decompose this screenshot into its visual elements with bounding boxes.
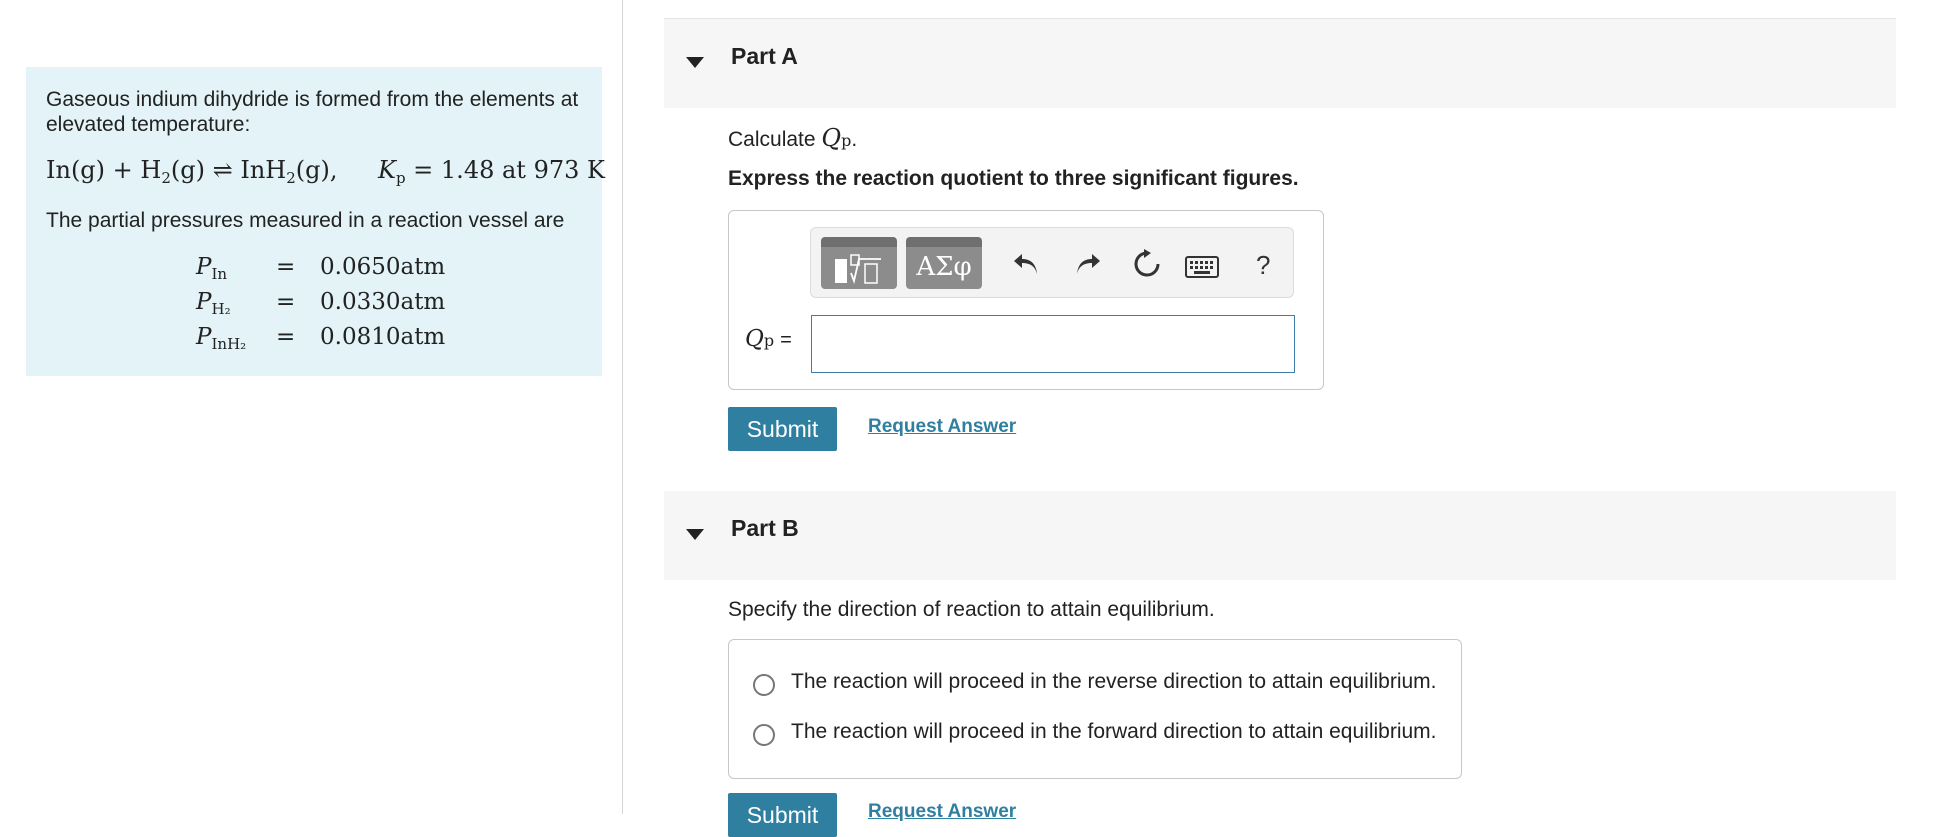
greek-symbols-button[interactable]: ΑΣφ [906, 237, 982, 289]
equation-product-end: (g), [295, 156, 338, 184]
kp-value: = 1.48 at 973 K [405, 156, 605, 184]
answer-options-box: The reaction will proceed in the reverse… [728, 639, 1462, 779]
qp-answer-input[interactable] [811, 315, 1295, 373]
radio-button[interactable] [753, 724, 775, 746]
problem-intro-text: Gaseous indium dihydride is formed from … [46, 88, 579, 136]
part-a-instruction: Express the reaction quotient to three s… [728, 167, 1299, 190]
kp-subscript: p [395, 169, 406, 187]
reset-icon[interactable] [1131, 248, 1163, 288]
pressure-symbol: PH₂ [196, 289, 231, 318]
part-a-title: Part A [731, 43, 798, 69]
equation-arrow-product: (g) ⇌ InH [170, 156, 287, 184]
radio-button[interactable] [753, 674, 775, 696]
math-toolbar: ΑΣφ ? [810, 227, 1294, 298]
collapse-caret-icon[interactable] [686, 529, 704, 540]
panel-divider [622, 0, 623, 814]
option-label: The reaction will proceed in the forward… [791, 720, 1437, 743]
equals-sign: = [276, 254, 296, 280]
part-a-header[interactable]: Part A [664, 18, 1896, 108]
templates-icon [835, 254, 881, 285]
equation-h2-subscript: 2 [161, 169, 171, 187]
equals-sign: = [276, 289, 296, 315]
equilibrium-constant: Kp = 1.48 at 973 K [378, 156, 605, 187]
pressures-intro-text: The partial pressures measured in a reac… [46, 209, 565, 232]
answer-entry-box: ΑΣφ ? Qp = [728, 210, 1324, 390]
pressure-value: 0.0330atm [320, 289, 446, 315]
undo-icon[interactable] [1011, 248, 1041, 286]
kp-symbol: K [378, 156, 396, 184]
option-label: The reaction will proceed in the reverse… [791, 670, 1437, 693]
qp-symbol: Q [821, 124, 842, 152]
keyboard-icon[interactable] [1185, 252, 1219, 286]
pressure-symbol: PInH₂ [196, 324, 247, 353]
equals-sign: = [276, 324, 296, 350]
part-b-title: Part B [731, 515, 799, 541]
help-button[interactable]: ? [1256, 250, 1270, 281]
part-b-question: Specify the direction of reaction to att… [728, 598, 1215, 621]
equation-inh2-subscript: 2 [286, 169, 296, 187]
templates-button[interactable] [821, 237, 897, 289]
part-a-submit-button[interactable]: Submit [728, 407, 837, 451]
part-b-submit-button[interactable]: Submit [728, 793, 837, 837]
pressure-value: 0.0810atm [320, 324, 446, 350]
part-a-request-answer-link[interactable]: Request Answer [868, 416, 1016, 438]
problem-statement-panel: Gaseous indium dihydride is formed from … [26, 67, 605, 376]
equation-reactants: In(g) + H [46, 156, 162, 184]
reaction-equation: In(g) + H2(g) ⇌ InH2(g), [46, 156, 337, 187]
pressure-value: 0.0650atm [320, 254, 446, 280]
answer-label: Qp = [745, 326, 792, 352]
part-b-request-answer-link[interactable]: Request Answer [868, 801, 1016, 823]
redo-icon[interactable] [1073, 248, 1103, 286]
part-b-header[interactable]: Part B [664, 491, 1896, 580]
part-a-question: Calculate Qp. [728, 124, 858, 152]
pressure-symbol: PIn [196, 254, 228, 283]
collapse-caret-icon[interactable] [686, 57, 704, 68]
